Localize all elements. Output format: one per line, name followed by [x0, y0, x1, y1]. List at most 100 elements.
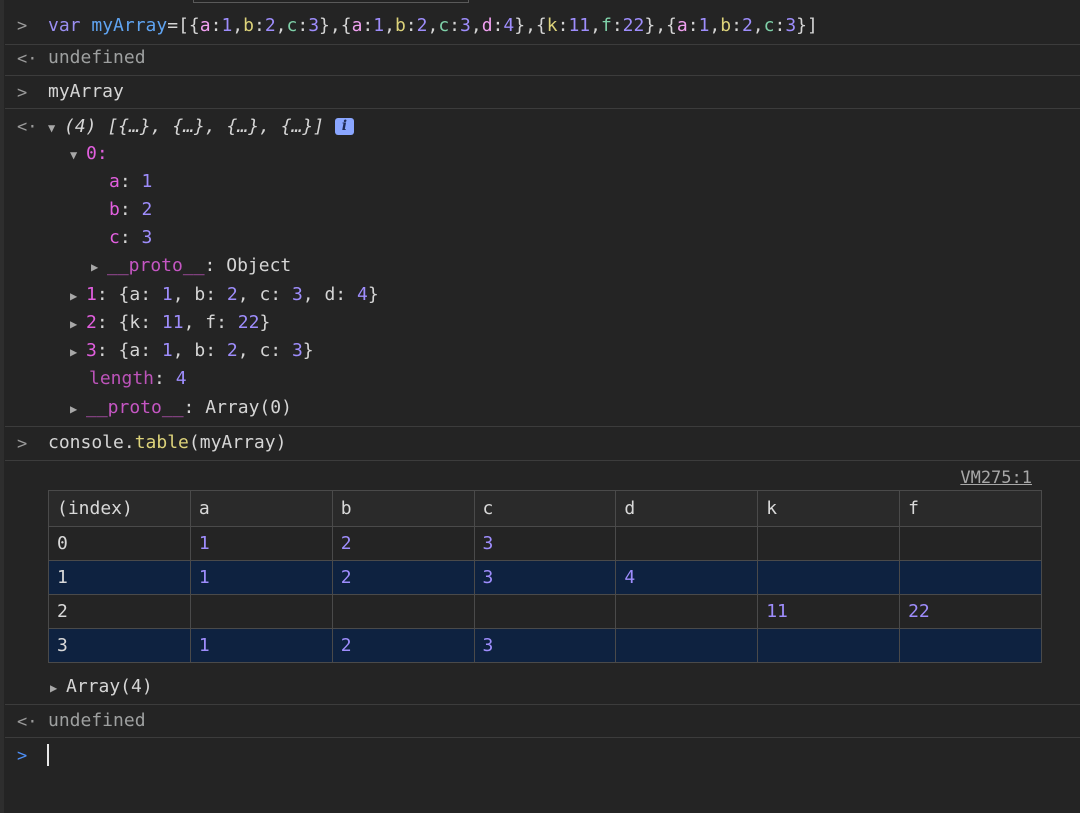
- code-token: 1: [373, 15, 385, 36]
- code-token: c: [286, 15, 298, 36]
- console-input-line[interactable]: myArray: [48, 81, 124, 102]
- preview-text: , f:: [183, 312, 238, 333]
- array-item-row[interactable]: ▶ 2: {k: 11, f: 22}: [70, 312, 270, 333]
- code-token: 4: [503, 15, 515, 36]
- table-cell-index: 1: [48, 560, 191, 595]
- code-token: ,: [655, 15, 667, 36]
- code-token: :: [253, 15, 265, 36]
- table-header-k[interactable]: k: [757, 490, 901, 527]
- table-header-a[interactable]: a: [189, 490, 333, 527]
- source-link[interactable]: VM275:1: [960, 468, 1032, 488]
- prompt-chevron-icon: >: [17, 434, 28, 454]
- result-arrow-icon: <·: [17, 117, 38, 137]
- table-cell-f: [899, 526, 1042, 561]
- collapsed-triangle-icon[interactable]: ▶: [91, 260, 107, 274]
- collapsed-triangle-icon[interactable]: ▶: [70, 402, 86, 416]
- property-key: b: [109, 199, 120, 220]
- preview-text: , c:: [237, 340, 292, 361]
- prompt-chevron-icon: >: [17, 16, 28, 36]
- property-row: b: 2: [109, 199, 153, 220]
- table-cell-c: 3: [473, 526, 617, 561]
- divider: [5, 108, 1080, 109]
- table-cell-index: 0: [48, 526, 191, 561]
- code-token: =: [167, 15, 179, 36]
- code-token: 1: [221, 15, 233, 36]
- code-token: 2: [416, 15, 428, 36]
- array-preview: (4) [{…}, {…}, {…}, {…}]: [64, 116, 325, 137]
- code-token: {: [535, 15, 547, 36]
- code-token: :: [557, 15, 569, 36]
- divider: [5, 704, 1080, 705]
- property-row: a: 1: [109, 171, 153, 192]
- array-object-label: Array(4): [66, 676, 153, 697]
- expanded-triangle-icon[interactable]: ▼: [70, 148, 86, 162]
- code-token: b: [720, 15, 732, 36]
- item-index: 0:: [86, 143, 108, 164]
- table-cell-k: [757, 526, 901, 561]
- code-token: ,: [525, 15, 536, 36]
- console-input-caret[interactable]: [47, 744, 49, 766]
- preview-number: 1: [161, 340, 173, 361]
- code-token: f: [600, 15, 612, 36]
- code-token: :: [405, 15, 417, 36]
- object-name: console.: [48, 432, 135, 453]
- info-icon[interactable]: i: [334, 118, 354, 135]
- function-name: table: [134, 432, 189, 453]
- code-token: :: [297, 15, 309, 36]
- proto-row[interactable]: ▶ __proto__: Object: [91, 255, 291, 276]
- code-token: }: [796, 15, 807, 36]
- collapsed-triangle-icon[interactable]: ▶: [70, 317, 86, 331]
- variable-name: myArray: [91, 15, 168, 36]
- code-token: :: [774, 15, 786, 36]
- code-token: ,: [752, 15, 764, 36]
- table-row[interactable]: 11234: [48, 560, 1042, 595]
- code-token: ,: [590, 15, 601, 36]
- array-summary[interactable]: ▼ (4) [{…}, {…}, {…}, {…}] i: [48, 116, 354, 137]
- code-token: {: [666, 15, 677, 36]
- console-input-line[interactable]: console.table(myArray): [48, 432, 286, 453]
- table-header-index[interactable]: (index): [48, 490, 191, 527]
- divider: [5, 426, 1080, 427]
- code-token: ,: [275, 15, 287, 36]
- console-table: (index) a b c d k f 0 1 2 3 1 1 2 3 4 2 11 22 3 1 2 3: [48, 490, 1042, 663]
- code-token: 1: [698, 15, 710, 36]
- array-item-row[interactable]: ▶ 3: {a: 1, b: 2, c: 3}: [70, 340, 314, 361]
- code-token: b: [394, 15, 406, 36]
- array-proto-row[interactable]: ▶ __proto__: Array(0): [70, 397, 292, 418]
- array-item-row[interactable]: ▶ 1: {a: 1, b: 2, c: 3, d: 4}: [70, 284, 379, 305]
- table-cell-a: 1: [189, 560, 333, 595]
- table-header-row: (index) a b c d k f: [48, 490, 1042, 527]
- collapsed-triangle-icon[interactable]: ▶: [70, 289, 86, 303]
- table-cell-c: 3: [473, 560, 617, 595]
- result-undefined: undefined: [48, 710, 146, 731]
- item-0-header[interactable]: ▼ 0:: [70, 143, 108, 164]
- item-preview: {a: 1, b: 2, c: 3}: [119, 340, 314, 361]
- table-header-b[interactable]: b: [331, 490, 475, 527]
- table-cell-a: [189, 594, 333, 629]
- code-token: c: [438, 15, 450, 36]
- code-token: 2: [264, 15, 276, 36]
- array-object-row[interactable]: ▶ Array(4): [50, 676, 153, 697]
- table-header-f[interactable]: f: [899, 490, 1042, 527]
- collapsed-triangle-icon[interactable]: ▶: [70, 345, 86, 359]
- table-cell-f: [899, 628, 1042, 663]
- property-key: a: [109, 171, 120, 192]
- expanded-triangle-icon[interactable]: ▼: [48, 121, 64, 135]
- table-row[interactable]: 3123: [48, 628, 1042, 663]
- preview-text: , d:: [302, 284, 357, 305]
- table-header-c[interactable]: c: [473, 490, 617, 527]
- collapsed-triangle-icon[interactable]: ▶: [50, 681, 66, 695]
- table-cell-a: 1: [189, 628, 333, 663]
- code-token: :: [687, 15, 699, 36]
- table-row[interactable]: 0123: [48, 526, 1042, 561]
- code-token: :: [449, 15, 460, 36]
- preview-text: , b:: [172, 284, 227, 305]
- table-header-d[interactable]: d: [615, 490, 759, 527]
- table-cell-a: 1: [189, 526, 333, 561]
- table-cell-b: 2: [331, 526, 475, 561]
- console-input-line[interactable]: var myArray=[{a:1,b:2,c:3},{a:1,b:2,c:3,…: [48, 15, 818, 36]
- code-token: ,: [232, 15, 244, 36]
- item-index: 1: [86, 284, 97, 305]
- table-row[interactable]: 2 11 22: [48, 594, 1042, 629]
- property-value: 2: [141, 199, 153, 220]
